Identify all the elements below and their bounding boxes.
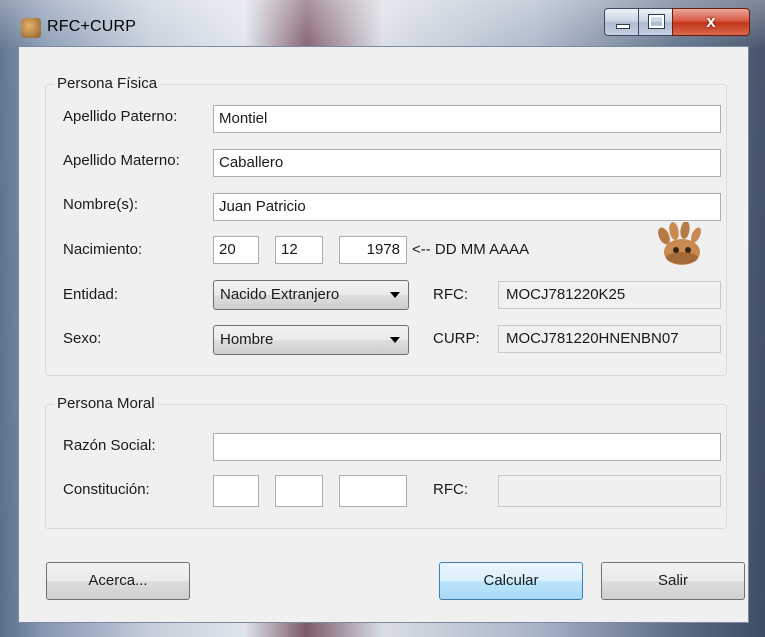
- entidad-label: Entidad:: [63, 286, 119, 303]
- chevron-down-icon: [390, 292, 400, 298]
- nombres-input[interactable]: Juan Patricio: [213, 193, 721, 221]
- constitucion-dd-input[interactable]: [213, 475, 259, 507]
- calcular-button[interactable]: Calcular: [439, 562, 583, 600]
- apellido-paterno-label: Apellido Paterno:: [63, 108, 178, 125]
- entidad-select[interactable]: Nacido Extranjero: [213, 280, 409, 310]
- curp-label: CURP:: [433, 330, 480, 347]
- chevron-down-icon: [390, 337, 400, 343]
- sexo-label: Sexo:: [63, 330, 102, 347]
- constitucion-aaaa-input[interactable]: [339, 475, 407, 507]
- nacimiento-format-hint: <-- DD MM AAAA: [412, 241, 530, 258]
- title-bar[interactable]: RFC+CURP x: [0, 0, 765, 46]
- hand-app-icon: [21, 18, 41, 38]
- client-area: Persona Física Apellido Paterno: Montiel…: [18, 46, 749, 623]
- apellido-materno-input[interactable]: Caballero: [213, 149, 721, 177]
- nacimiento-label: Nacimiento:: [63, 241, 143, 258]
- maximize-button[interactable]: [638, 8, 674, 36]
- close-icon: x: [706, 12, 716, 31]
- acerca-button[interactable]: Acerca...: [46, 562, 190, 600]
- nombres-label: Nombre(s):: [63, 196, 139, 213]
- constitucion-label: Constitución:: [63, 481, 150, 498]
- curp-output[interactable]: MOCJ781220HNENBN07: [498, 325, 721, 353]
- salir-button[interactable]: Salir: [601, 562, 745, 600]
- constitucion-mm-input[interactable]: [275, 475, 323, 507]
- rfc-label: RFC:: [433, 286, 468, 303]
- hand-icon: [658, 222, 701, 265]
- maximize-icon: [648, 14, 665, 29]
- entidad-select-value: Nacido Extranjero: [220, 286, 340, 303]
- sexo-select-value: Hombre: [220, 331, 274, 348]
- apellido-materno-label: Apellido Materno:: [63, 152, 180, 169]
- rfc-moral-label: RFC:: [433, 481, 468, 498]
- apellido-paterno-input[interactable]: Montiel: [213, 105, 721, 133]
- window-title: RFC+CURP: [47, 18, 137, 35]
- close-button[interactable]: x: [672, 8, 750, 36]
- sexo-select[interactable]: Hombre: [213, 325, 409, 355]
- razon-social-input[interactable]: [213, 433, 721, 461]
- nacimiento-aaaa-input[interactable]: 1978: [339, 236, 407, 264]
- minimize-button[interactable]: [604, 8, 640, 36]
- nacimiento-mm-input[interactable]: 12: [275, 236, 323, 264]
- rfc-output[interactable]: MOCJ781220K25: [498, 281, 721, 309]
- persona-fisica-legend: Persona Física: [54, 75, 161, 92]
- nacimiento-dd-input[interactable]: 20: [213, 236, 259, 264]
- minimize-icon: [616, 24, 630, 29]
- persona-moral-legend: Persona Moral: [54, 395, 158, 412]
- razon-social-label: Razón Social:: [63, 437, 156, 454]
- persona-moral-group: Persona Moral Razón Social: Constitución…: [45, 395, 727, 529]
- rfc-moral-output[interactable]: [498, 475, 721, 507]
- persona-fisica-group: Persona Física Apellido Paterno: Montiel…: [45, 75, 727, 376]
